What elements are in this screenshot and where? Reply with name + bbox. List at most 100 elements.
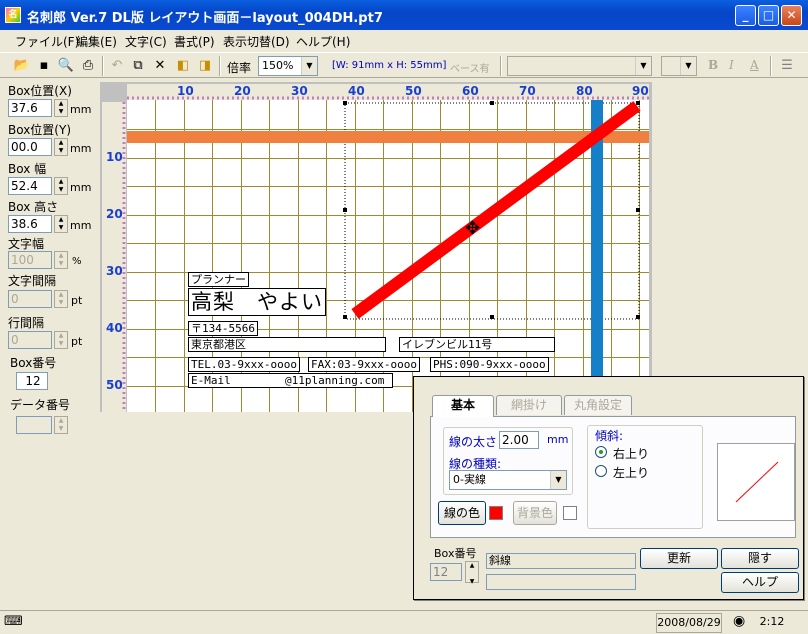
- copy-icon[interactable]: ⧉: [129, 57, 147, 75]
- data-number-label: データ番号: [10, 398, 71, 412]
- menu-text[interactable]: 文字(C): [125, 33, 167, 50]
- card-zip[interactable]: 〒134-5566: [188, 321, 258, 336]
- menu-help[interactable]: ヘルプ(H): [296, 33, 350, 50]
- char-width-spinner[interactable]: ▲ ▼: [54, 251, 68, 269]
- line-spacing-input[interactable]: 0: [8, 331, 52, 349]
- box-x-unit: mm: [70, 103, 92, 116]
- card-address[interactable]: 東京都港区: [188, 337, 386, 352]
- slope-up-radio[interactable]: [595, 446, 607, 458]
- box-x-input[interactable]: 37.6: [8, 99, 52, 117]
- card-email[interactable]: E-Mail @11planning.com: [188, 373, 393, 388]
- undo-icon[interactable]: ↶: [108, 57, 126, 75]
- app-icon[interactable]: 名: [5, 7, 21, 23]
- line-spacing-label: 行間隔: [8, 316, 45, 330]
- dialog-box-number-spinner[interactable]: ▲ ▼: [465, 561, 479, 585]
- italic-button[interactable]: I: [729, 58, 734, 72]
- box-number-field: 12: [16, 372, 48, 390]
- move-cursor-icon: ✥: [465, 218, 481, 239]
- dialog-box-number-input[interactable]: 12: [430, 563, 462, 581]
- box-y-label: Box位置(Y): [8, 123, 72, 137]
- box-height-spinner[interactable]: ▲ ▼: [54, 215, 68, 233]
- card-name[interactable]: 高梨 やよい: [188, 288, 326, 316]
- card-building[interactable]: イレブンビル11号: [399, 337, 555, 352]
- align-left-icon[interactable]: ☰: [778, 57, 796, 75]
- ruler-x-tick: 80: [576, 84, 593, 98]
- line-spacing-spinner[interactable]: ▲ ▼: [54, 331, 68, 349]
- data-number-input[interactable]: [16, 416, 52, 434]
- char-width-input[interactable]: 100: [8, 251, 52, 269]
- front-icon[interactable]: ◧: [174, 57, 192, 75]
- close-button[interactable]: ✕: [781, 5, 802, 26]
- line-width-label: 線の太さ: [449, 435, 498, 449]
- box-height-input[interactable]: 38.6: [8, 215, 52, 233]
- print-icon[interactable]: ⎙: [79, 57, 97, 75]
- card-tel[interactable]: TEL.03-9xxx-oooo: [188, 357, 300, 372]
- zoom-select[interactable]: 150% ▼: [258, 56, 318, 76]
- box-y-spinner[interactable]: ▲ ▼: [54, 138, 68, 156]
- card-email-label: E-Mail: [191, 374, 231, 387]
- line-width-input[interactable]: 2.00: [499, 431, 539, 449]
- toolbar-separator: [102, 56, 104, 76]
- char-width-label: 文字幅: [8, 237, 45, 251]
- menu-view[interactable]: 表示切替(D): [223, 33, 290, 50]
- char-spacing-spinner[interactable]: ▲ ▼: [54, 290, 68, 308]
- line-type-select[interactable]: 0-実線 ▼: [449, 470, 567, 490]
- chevron-down-icon: ▼: [301, 57, 317, 75]
- save-icon[interactable]: ▪: [35, 57, 53, 75]
- line-color-button[interactable]: 線の色: [438, 501, 486, 525]
- underline-button[interactable]: A: [750, 58, 759, 72]
- font-size-select[interactable]: ▼: [661, 56, 697, 76]
- box-y-unit: mm: [70, 142, 92, 155]
- card-fax[interactable]: FAX:03-9xxx-oooo: [308, 357, 420, 372]
- open-icon[interactable]: 📂: [13, 57, 31, 75]
- update-button[interactable]: 更新: [640, 548, 718, 569]
- bold-button[interactable]: B: [708, 58, 718, 72]
- bg-color-button[interactable]: 背景色: [513, 501, 557, 525]
- box-height-unit: mm: [70, 219, 92, 232]
- card-email-value: @11planning.com: [285, 374, 385, 387]
- help-button[interactable]: ヘルプ: [721, 572, 799, 593]
- window-title: 名刺郎 Ver.7 DL版 レイアウト画面－layout_004DH.pt7: [27, 11, 383, 26]
- ruler-x-tick: 40: [348, 84, 365, 98]
- card-title[interactable]: プランナー: [188, 272, 249, 287]
- menu-file[interactable]: ファイル(F): [15, 33, 79, 50]
- char-spacing-input[interactable]: 0: [8, 290, 52, 308]
- box-name-field-2: [486, 574, 636, 590]
- slope-up-label: 右上り: [613, 447, 650, 461]
- maximize-button[interactable]: □: [758, 5, 779, 26]
- box-width-input[interactable]: 52.4: [8, 177, 52, 195]
- status-time: 2:12: [759, 615, 785, 628]
- dialog-box-number-label: Box番号: [434, 547, 477, 560]
- box-x-spinner[interactable]: ▲ ▼: [54, 99, 68, 117]
- box-width-unit: mm: [70, 181, 92, 194]
- line-color-swatch: [489, 506, 503, 520]
- chevron-down-icon: ▼: [680, 57, 696, 75]
- data-number-spinner[interactable]: ▲ ▼: [54, 416, 68, 434]
- back-icon[interactable]: ◨: [196, 57, 214, 75]
- ruler-x-tick: 60: [462, 84, 479, 98]
- chevron-down-icon: ▼: [635, 57, 651, 75]
- box-height-label: Box 高さ: [8, 200, 59, 214]
- menu-bar: ファイル(F) 編集(E) 文字(C) 書式(P) 表示切替(D) ヘルプ(H): [0, 30, 808, 52]
- tab-basic[interactable]: 基本: [432, 395, 494, 417]
- preview-icon[interactable]: 🔍: [57, 57, 75, 75]
- tab-shading[interactable]: 網掛け: [496, 395, 562, 415]
- menu-edit[interactable]: 編集(E): [76, 33, 117, 50]
- minimize-button[interactable]: _: [735, 5, 756, 26]
- hide-button[interactable]: 隠す: [721, 548, 799, 569]
- card-phs[interactable]: PHS:090-9xxx-oooo: [430, 357, 549, 372]
- slope-down-radio[interactable]: [595, 465, 607, 477]
- char-width-unit: %: [72, 256, 82, 267]
- ruler-x-tick: 30: [291, 84, 308, 98]
- cut-icon[interactable]: ✕: [151, 57, 169, 75]
- card-canvas[interactable]: ✥ プランナー 高梨 やよい 〒134-5566 東京都港区 イレブンビル11号…: [127, 100, 649, 412]
- tab-round-corner[interactable]: 丸角設定: [564, 395, 632, 415]
- box-y-input[interactable]: 00.0: [8, 138, 52, 156]
- toolbar-separator: [500, 56, 502, 76]
- menu-format[interactable]: 書式(P): [174, 33, 215, 50]
- box-width-spinner[interactable]: ▲ ▼: [54, 177, 68, 195]
- box-name-field: 斜線: [486, 553, 636, 569]
- font-select[interactable]: ▼: [507, 56, 652, 76]
- line-preview: [717, 443, 795, 521]
- char-spacing-label: 文字間隔: [8, 274, 57, 288]
